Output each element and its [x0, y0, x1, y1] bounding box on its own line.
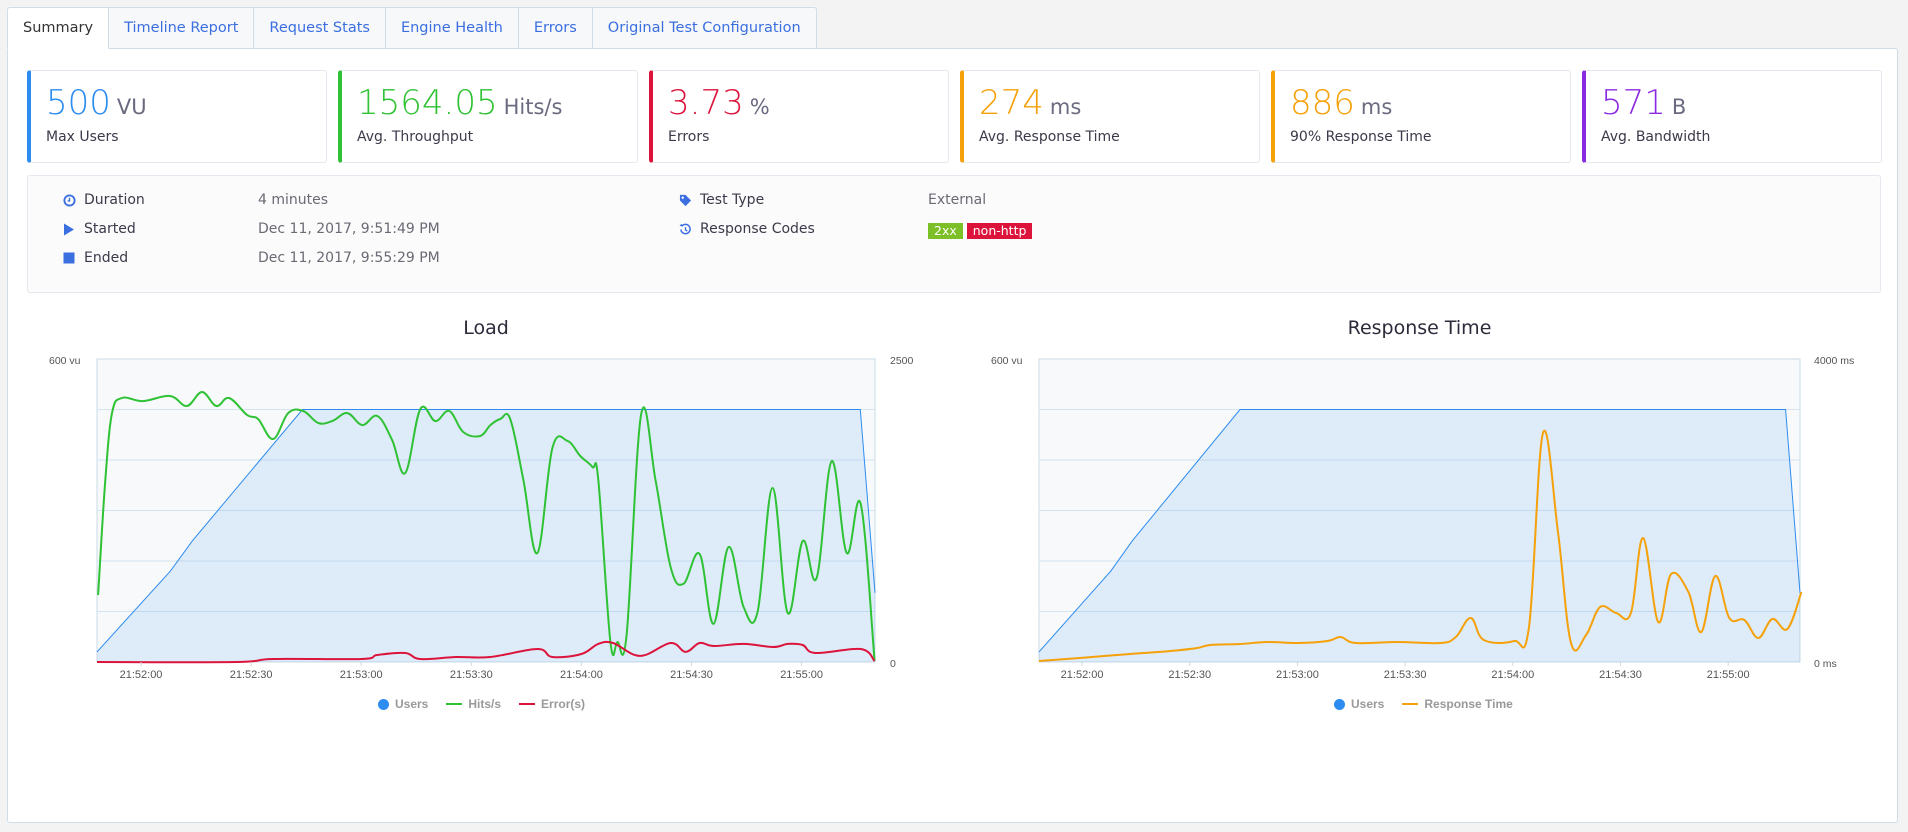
stat-unit: Hits/s [503, 95, 563, 119]
x-tick-label: 21:52:00 [120, 669, 163, 681]
x-tick-label: 21:52:30 [230, 669, 273, 681]
tab-request-stats[interactable]: Request Stats [254, 7, 386, 49]
response-time-chart-legend: Users Response Time [1334, 697, 1513, 711]
x-tick-label: 21:55:00 [1707, 669, 1750, 681]
response-time-legend-marker [1402, 703, 1419, 705]
badge-2xx: 2xx [928, 223, 963, 239]
legend-response-time[interactable]: Response Time [1402, 697, 1513, 711]
tab-engine-health[interactable]: Engine Health [385, 7, 519, 49]
legend-hits[interactable]: Hits/s [446, 697, 501, 711]
info-label: Ended [84, 250, 129, 266]
load-chart: 21:52:00 21:52:30 21:53:00 21:53:30 21:54:00… [96, 358, 876, 681]
legend-label: Response Time [1424, 697, 1513, 711]
legend-label: Users [395, 697, 429, 711]
badge-non-http: non-http [966, 223, 1033, 239]
legend-label: Error(s) [541, 697, 586, 711]
stat-label: Errors [668, 129, 710, 145]
hits-legend-marker [446, 703, 463, 705]
stat-card-avg-bandwidth: 571 B Avg. Bandwidth [1582, 70, 1882, 163]
stat-card-90-response-time: 886 ms 90% Response Time [1271, 70, 1571, 163]
tab-bar: Summary Timeline Report Request Stats En… [7, 7, 817, 49]
x-tick-label: 21:54:30 [670, 669, 713, 681]
stat-unit: ms [1360, 95, 1393, 119]
response-codes-badges: 2xx non-http [928, 221, 1036, 241]
stat-card-avg-response-time: 274 ms Avg. Response Time [960, 70, 1260, 163]
legend-users[interactable]: Users [378, 697, 428, 711]
stat-value: 886 [1290, 83, 1355, 123]
info-started: Started [62, 219, 136, 239]
stat-value: 3.73 [668, 83, 744, 123]
info-response-codes: Response Codes [678, 219, 815, 239]
stat-label: Avg. Throughput [357, 129, 474, 145]
started-value: Dec 11, 2017, 9:51:49 PM [258, 221, 440, 237]
x-tick-label: 21:52:00 [1061, 669, 1104, 681]
rt-left-axis-top-label: 600 vu [991, 355, 1023, 367]
stat-cards: 500 VU Max Users 1564.05 Hits/s Avg. Throu… [27, 70, 1882, 163]
tab-timeline-report[interactable]: Timeline Report [109, 7, 255, 49]
load-right-axis-bottom-label: 0 [890, 658, 896, 670]
stat-unit: VU [116, 95, 147, 119]
users-legend-marker [378, 698, 389, 710]
stat-unit: ms [1049, 95, 1082, 119]
x-tick-label: 21:54:00 [560, 669, 603, 681]
stat-card-avg-throughput: 1564.05 Hits/s Avg. Throughput [338, 70, 638, 163]
x-tick-label: 21:53:00 [1276, 669, 1319, 681]
stat-value: 571 [1601, 83, 1666, 123]
legend-errors[interactable]: Error(s) [519, 697, 585, 711]
stat-unit: % [749, 95, 770, 119]
stat-label: Avg. Bandwidth [1601, 129, 1711, 145]
info-label: Response Codes [700, 221, 815, 237]
stat-value: 1564.05 [357, 83, 498, 123]
load-left-axis-top-label: 600 vu [49, 355, 81, 367]
stat-unit: B [1671, 95, 1687, 119]
load-right-axis-top-label: 2500 [890, 355, 914, 367]
test-type-value: External [928, 192, 987, 208]
info-label: Started [84, 221, 136, 237]
history-icon [678, 223, 692, 236]
errors-legend-marker [519, 703, 536, 705]
x-tick-label: 21:53:30 [450, 669, 493, 681]
load-chart-title: Load [463, 317, 509, 339]
play-icon [62, 223, 76, 236]
x-tick-label: 21:54:00 [1491, 669, 1534, 681]
x-tick-label: 21:53:30 [1384, 669, 1427, 681]
stat-label: 90% Response Time [1290, 129, 1432, 145]
users-legend-marker [1334, 698, 1345, 710]
duration-value: 4 minutes [258, 192, 329, 208]
stop-icon [62, 252, 76, 264]
load-chart-legend: Users Hits/s Error(s) [378, 697, 585, 711]
x-tick-label: 21:55:00 [780, 669, 823, 681]
response-time-chart: 21:52:00 21:52:30 21:53:00 21:53:30 21:54:00… [1038, 358, 1803, 681]
tab-summary[interactable]: Summary [7, 7, 110, 49]
stat-card-max-users: 500 VU Max Users [27, 70, 327, 163]
legend-label: Users [1351, 697, 1385, 711]
x-tick-label: 21:52:30 [1168, 669, 1211, 681]
x-tick-label: 21:54:30 [1599, 669, 1642, 681]
stat-label: Avg. Response Time [979, 129, 1120, 145]
legend-users[interactable]: Users [1334, 697, 1384, 711]
ended-value: Dec 11, 2017, 9:55:29 PM [258, 250, 440, 266]
stat-value: 500 [46, 83, 111, 123]
x-tick-label: 21:53:00 [340, 669, 383, 681]
info-duration: Duration [62, 190, 145, 210]
test-info-box: Duration 4 minutes Started Dec 11, 2017,… [27, 175, 1881, 293]
tag-icon [678, 194, 692, 207]
legend-label: Hits/s [468, 697, 502, 711]
tab-errors[interactable]: Errors [518, 7, 593, 49]
info-label: Duration [84, 192, 145, 208]
stat-value: 274 [979, 83, 1044, 123]
tab-original-test-configuration[interactable]: Original Test Configuration [592, 7, 817, 49]
clock-icon [62, 193, 76, 207]
rt-right-axis-bottom-label: 0 ms [1814, 658, 1837, 670]
stat-label: Max Users [46, 129, 119, 145]
info-ended: Ended [62, 248, 128, 268]
info-label: Test Type [700, 192, 765, 208]
info-test-type: Test Type [678, 190, 764, 210]
response-time-chart-title: Response Time [1347, 317, 1492, 339]
stat-card-errors: 3.73% Errors [649, 70, 949, 163]
rt-right-axis-top-label: 4000 ms [1814, 355, 1855, 367]
